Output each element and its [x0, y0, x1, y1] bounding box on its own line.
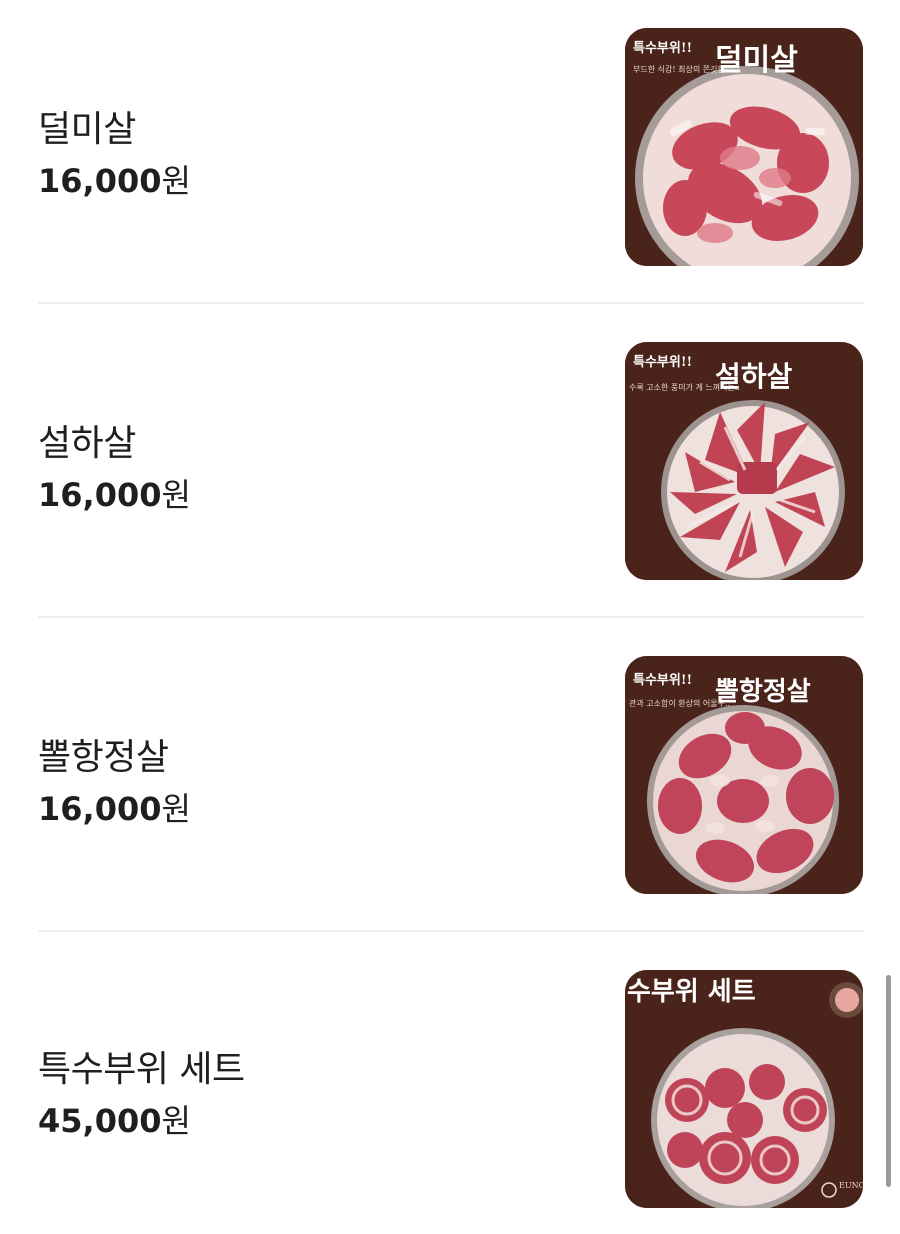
menu-item-name: 뽈항정살 [38, 737, 169, 778]
image-title: 설하살 [715, 360, 793, 393]
image-title: 뽈항정살 [715, 677, 811, 707]
meat-platter-image: 특수부위!! 수록 고소한 풍미가 게 느껴지는.. 설하살 [625, 342, 863, 580]
scrollbar[interactable] [886, 975, 891, 1187]
menu-item-seolhasal[interactable]: 설하살 16,000원 특수부위!! 수록 고소한 풍미가 게 느껴지는.. 설… [38, 342, 864, 582]
price-unit: 원 [161, 476, 191, 514]
price-number: 16,000 [38, 790, 162, 828]
image-title: 덜미살 [715, 43, 798, 78]
menu-item-image[interactable]: 수부위 세트 EUNG HO [625, 970, 863, 1208]
menu-item-price: 16,000원 [38, 784, 191, 830]
menu-item-deolmisal[interactable]: 덜미살 16,000원 특수부위!! 부드한 식감! 최상의 쫀깃함! 덜미살 [38, 28, 864, 268]
menu-item-price: 16,000원 [38, 470, 191, 516]
image-caption: 부드한 식감! 최상의 쫀깃함! [633, 64, 728, 74]
price-number: 16,000 [38, 476, 162, 514]
meat-platter-image: 특수부위!! 관과 고소함이 환상의 어울우.. 뽈항정살 [625, 656, 863, 894]
menu-item-image[interactable]: 특수부위!! 수록 고소한 풍미가 게 느껴지는.. 설하살 [625, 342, 863, 580]
menu-item-image[interactable]: 특수부위!! 부드한 식감! 최상의 쫀깃함! 덜미살 [625, 28, 863, 266]
menu-item-name: 덜미살 [38, 109, 136, 150]
image-badge: 특수부위!! [633, 355, 692, 370]
image-title: 수부위 세트 [627, 977, 756, 1007]
menu-item-special-set[interactable]: 특수부위 세트 45,000원 수부위 세트 EUNG [38, 970, 864, 1210]
menu-item-info: 뽈항정살 16,000원 [38, 656, 598, 896]
menu-item-name: 특수부위 세트 [38, 1049, 245, 1090]
menu-item-price: 45,000원 [38, 1096, 191, 1142]
price-unit: 원 [161, 1102, 191, 1140]
menu-item-ppolhangjeongsal[interactable]: 뽈항정살 16,000원 특수부위!! 관과 고소함이 환상의 어울우.. 뽈항… [38, 656, 864, 896]
menu-item-name: 설하살 [38, 423, 136, 464]
image-badge: 특수부위!! [633, 673, 692, 688]
menu-item-info: 특수부위 세트 45,000원 [38, 970, 598, 1210]
divider [38, 930, 864, 932]
price-unit: 원 [161, 162, 191, 200]
meat-platter-image: 수부위 세트 EUNG HO [625, 970, 863, 1208]
meat-platter-image: 특수부위!! 부드한 식감! 최상의 쫀깃함! 덜미살 [625, 28, 863, 266]
brand-logo-text: EUNG HO [839, 1181, 863, 1190]
price-number: 16,000 [38, 162, 162, 200]
menu-item-info: 덜미살 16,000원 [38, 28, 598, 268]
image-badge: 특수부위!! [633, 41, 692, 56]
divider [38, 616, 864, 618]
menu-item-image[interactable]: 특수부위!! 관과 고소함이 환상의 어울우.. 뽈항정살 [625, 656, 863, 894]
price-number: 45,000 [38, 1102, 162, 1140]
menu-item-info: 설하살 16,000원 [38, 342, 598, 582]
menu-item-price: 16,000원 [38, 156, 191, 202]
divider [38, 302, 864, 304]
price-unit: 원 [161, 790, 191, 828]
